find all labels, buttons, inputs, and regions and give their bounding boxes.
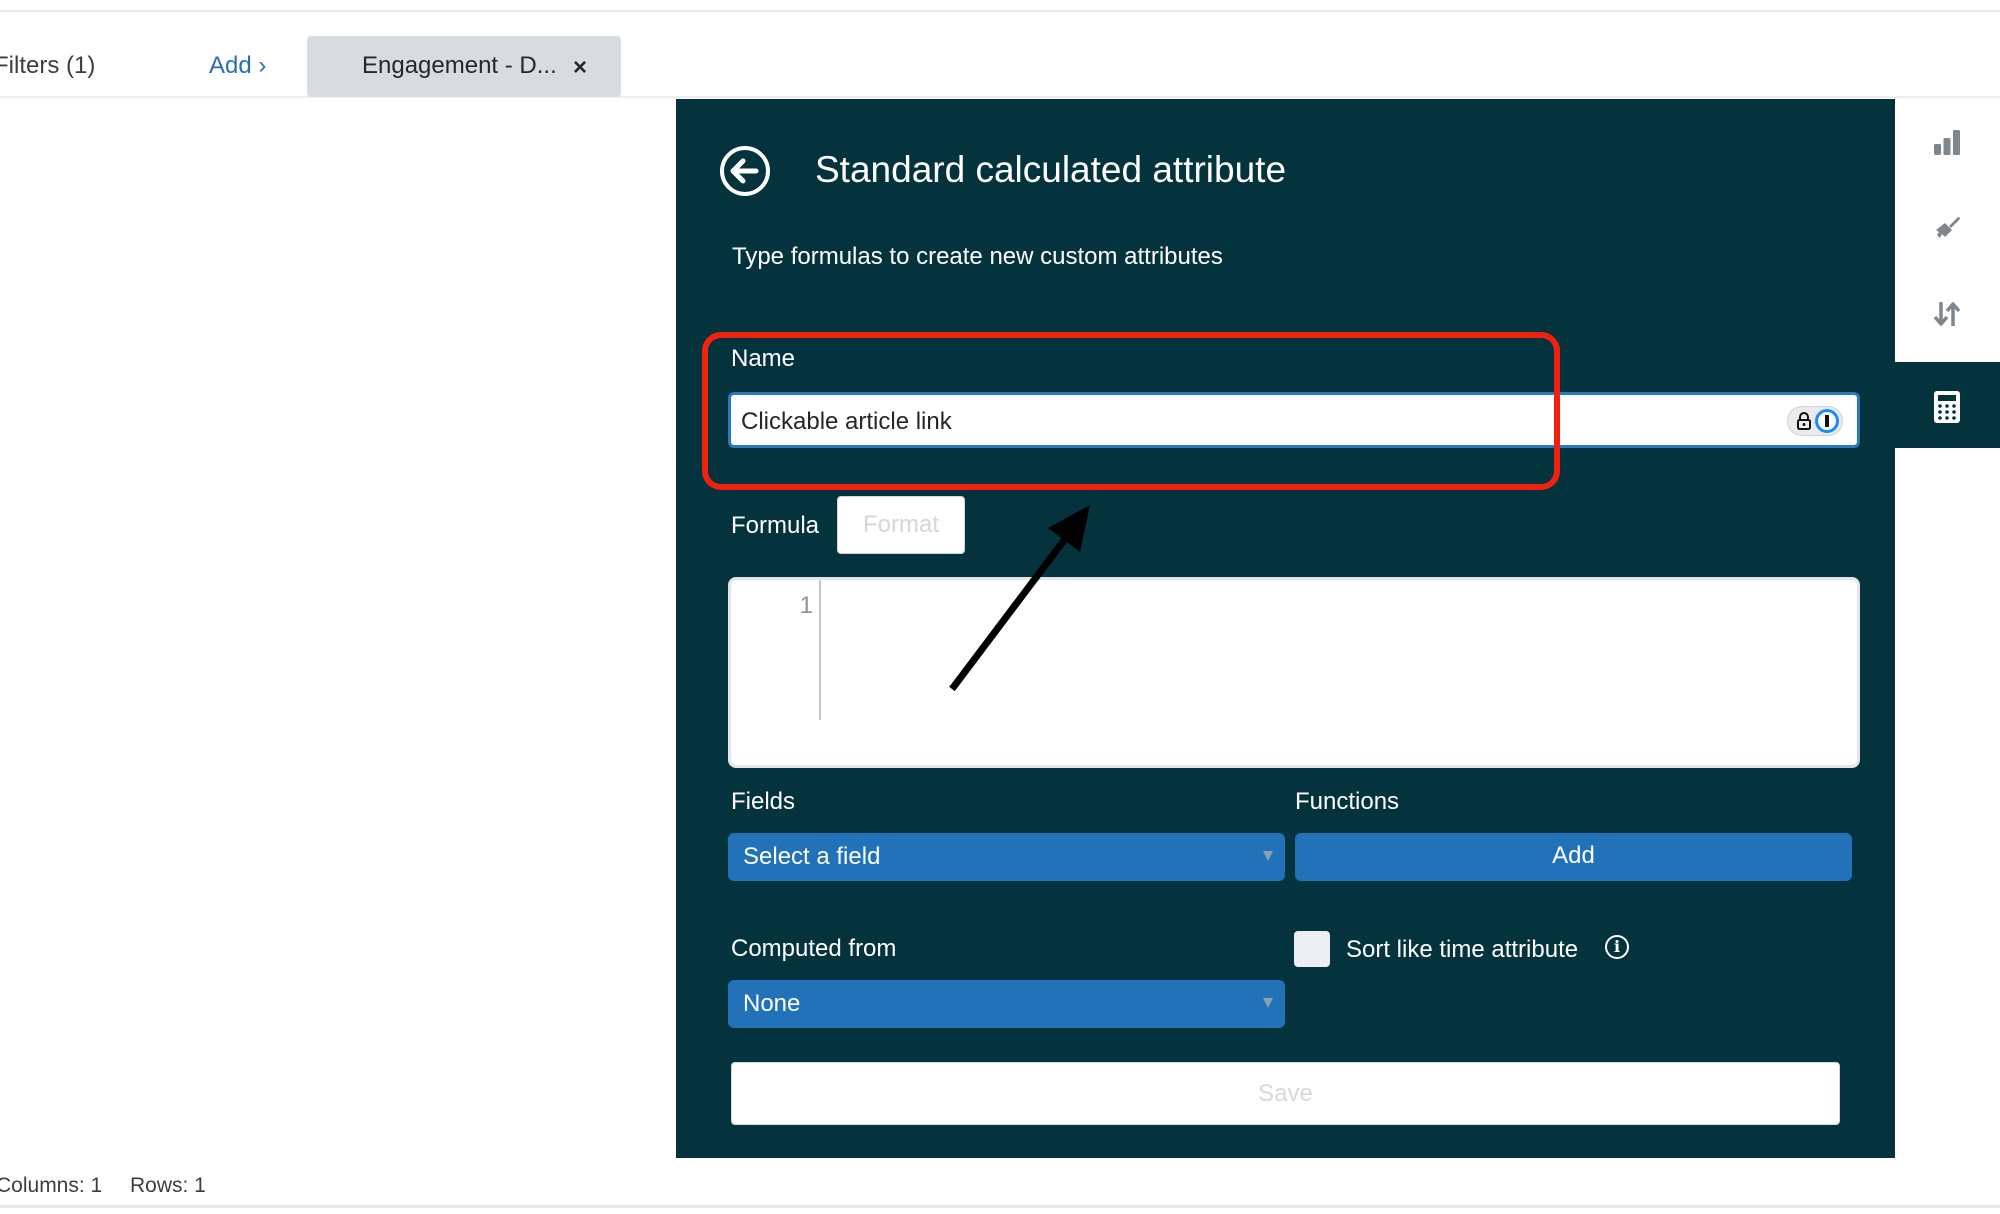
calculator-icon — [1934, 391, 1960, 423]
save-button[interactable]: Save — [731, 1062, 1840, 1125]
fields-label: Fields — [731, 788, 796, 815]
password-manager-badge[interactable] — [1787, 406, 1843, 436]
status-bar: Columns: 1 Rows: 1 — [0, 1158, 2000, 1208]
editor-gutter: 1 — [731, 580, 821, 720]
add-filter-link[interactable]: Add › — [209, 52, 266, 80]
field-select[interactable]: Select a field — [728, 833, 1285, 881]
line-number: 1 — [799, 592, 813, 619]
app-root: Filters (1) Add › Engagement - D... × St… — [0, 0, 2000, 1214]
name-input[interactable]: Clickable article link — [728, 392, 1860, 448]
panel-subtitle: Type formulas to create new custom attri… — [732, 243, 1223, 270]
field-select-value: Select a field — [743, 843, 881, 870]
filter-chip[interactable]: Engagement - D... × — [307, 36, 621, 97]
format-button[interactable]: Format — [837, 496, 965, 554]
filters-count-label: Filters (1) — [0, 52, 96, 79]
sort-icon — [1933, 302, 1961, 326]
lock-icon — [1797, 412, 1811, 430]
calculated-attribute-panel: Standard calculated attribute Type formu… — [676, 99, 1895, 1158]
chevron-down-icon — [1263, 851, 1273, 861]
chevron-down-icon — [1263, 998, 1273, 1008]
paintbrush-icon — [1936, 217, 1960, 238]
right-sidebar — [1895, 99, 2000, 1158]
formula-editor[interactable]: 1 — [728, 577, 1860, 768]
sidebar-item-sort[interactable] — [1895, 271, 2000, 357]
computed-from-select[interactable]: None — [728, 980, 1285, 1028]
filter-chip-label: Engagement - D... — [362, 52, 557, 79]
sort-like-time-label: Sort like time attribute — [1346, 936, 1579, 963]
back-button[interactable] — [718, 144, 772, 198]
1password-icon — [1815, 409, 1839, 433]
sidebar-item-calculator[interactable] — [1895, 362, 2000, 448]
computed-from-value: None — [743, 990, 801, 1017]
close-icon[interactable]: × — [573, 54, 587, 82]
sidebar-item-chart[interactable] — [1895, 99, 2000, 185]
name-input-value: Clickable article link — [741, 408, 952, 435]
formula-label: Formula — [731, 512, 820, 539]
name-label: Name — [731, 345, 796, 372]
filter-bar: Filters (1) Add › Engagement - D... × — [0, 12, 2000, 98]
info-icon[interactable]: i — [1605, 935, 1629, 959]
bar-chart-icon — [1934, 130, 1960, 155]
arrow-left-circle-icon — [720, 146, 770, 196]
columns-count: Columns: 1 — [0, 1174, 103, 1197]
sort-like-time-checkbox[interactable] — [1294, 931, 1330, 967]
rows-count: Rows: 1 — [130, 1174, 206, 1197]
computed-from-label: Computed from — [731, 935, 897, 962]
sidebar-item-style[interactable] — [1895, 185, 2000, 271]
panel-title: Standard calculated attribute — [815, 149, 1287, 190]
add-function-button[interactable]: Add — [1295, 833, 1852, 881]
functions-label: Functions — [1295, 788, 1400, 815]
